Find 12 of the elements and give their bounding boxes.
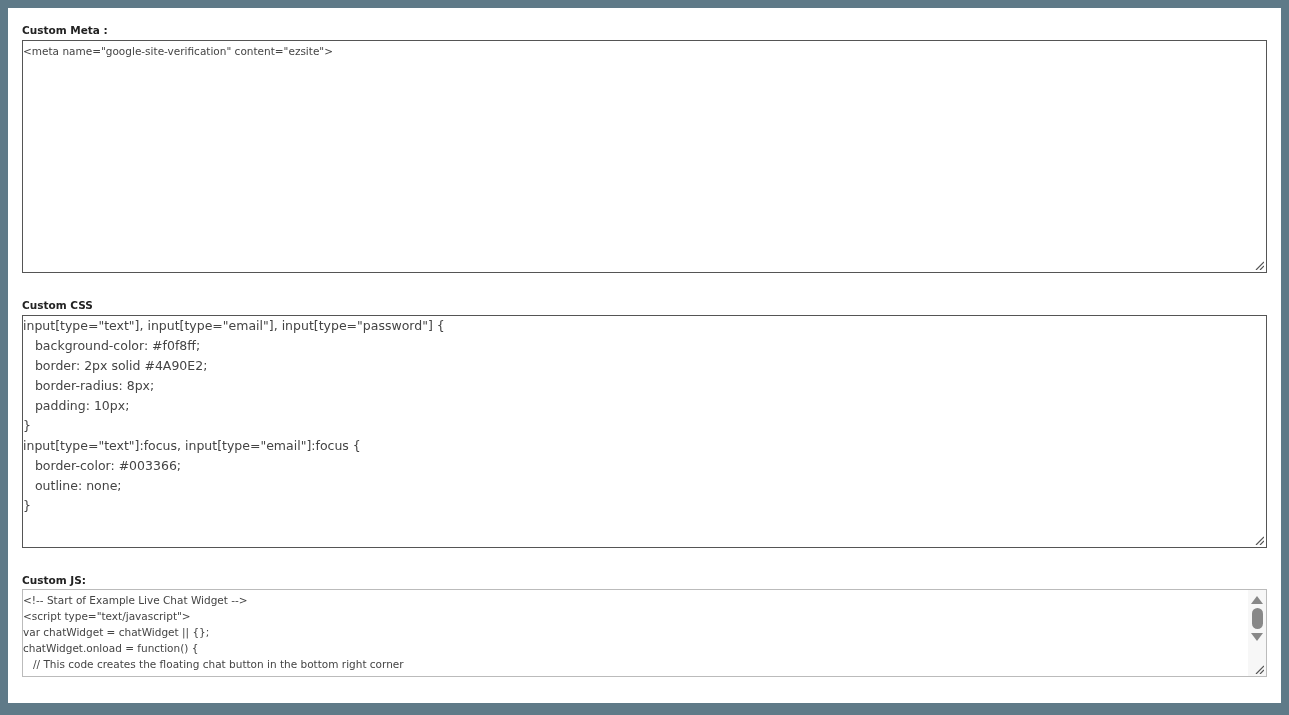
resize-grip-icon[interactable] — [1255, 261, 1264, 271]
resize-grip-icon[interactable] — [1255, 535, 1264, 545]
code-field[interactable]: input[type="text"], input[type="email"], input[type="password"] { background-color: #f0f8ff; border: 2px solid #4A90E2; border-radius: 8px; padding: 10px; } input[type="text"]:focus, input[type="email"]:focus { border-color: #003366; outline: none; } — [22, 315, 1267, 548]
scroll-up-icon[interactable] — [1251, 595, 1263, 605]
code-field[interactable]: <!-- Start of Example Live Chat Widget --> <script type="text/javascript"> var chatWidget = chatWidget || {}; chatWidget.onload = function() { // This code creates the floating chat button in the bottom right corner — [22, 589, 1267, 677]
field-label: Custom Meta : — [22, 24, 109, 38]
code-field[interactable]: <meta name="google-site-verification" content="ezsite"> — [22, 39, 1267, 274]
resize-grip-icon[interactable] — [1255, 665, 1264, 674]
field-label: Custom CSS — [22, 299, 94, 314]
scrollbar-thumb[interactable] — [1251, 608, 1263, 630]
field-label: Custom JS: — [22, 573, 87, 588]
scroll-down-icon[interactable] — [1251, 633, 1263, 643]
